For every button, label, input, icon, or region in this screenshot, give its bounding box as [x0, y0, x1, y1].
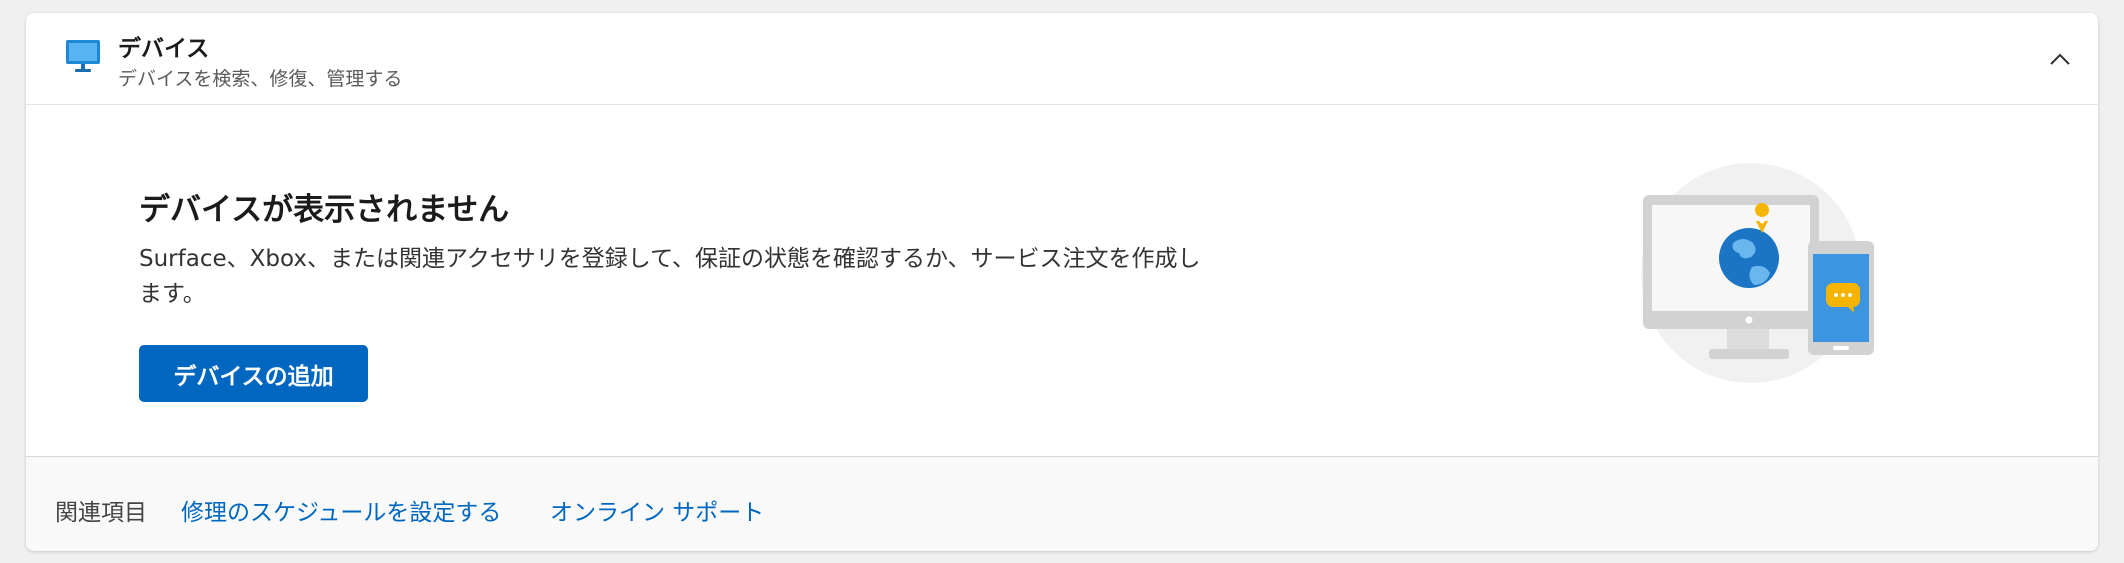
chevron-up-icon [2050, 53, 2070, 65]
related-label: 関連項目 [55, 500, 147, 526]
collapse-button[interactable] [2042, 41, 2078, 77]
monitor-icon [64, 38, 104, 74]
online-support-link[interactable]: オンライン サポート [550, 493, 764, 527]
devices-illustration [1606, 161, 1876, 386]
empty-state-title: デバイスが表示されません [139, 192, 510, 228]
devices-card-header[interactable]: デバイス デバイスを検索、修復、管理する [26, 13, 2098, 105]
devices-card: デバイス デバイスを検索、修復、管理する デバイスが表示されません Surfac… [26, 13, 2098, 551]
card-subtitle: デバイスを検索、修復、管理する [118, 68, 403, 90]
card-title: デバイス [118, 36, 210, 62]
schedule-repair-link[interactable]: 修理のスケジュールを設定する [181, 493, 501, 527]
empty-state: デバイスが表示されません Surface、Xbox、または関連アクセサリを登録し… [26, 104, 2098, 469]
empty-state-description: Surface、Xbox、または関連アクセサリを登録して、保証の状態を確認するか… [139, 246, 1201, 307]
add-device-button[interactable]: デバイスの追加 [139, 345, 368, 402]
related-links-footer: 関連項目 修理のスケジュールを設定する オンライン サポート [26, 456, 2098, 551]
